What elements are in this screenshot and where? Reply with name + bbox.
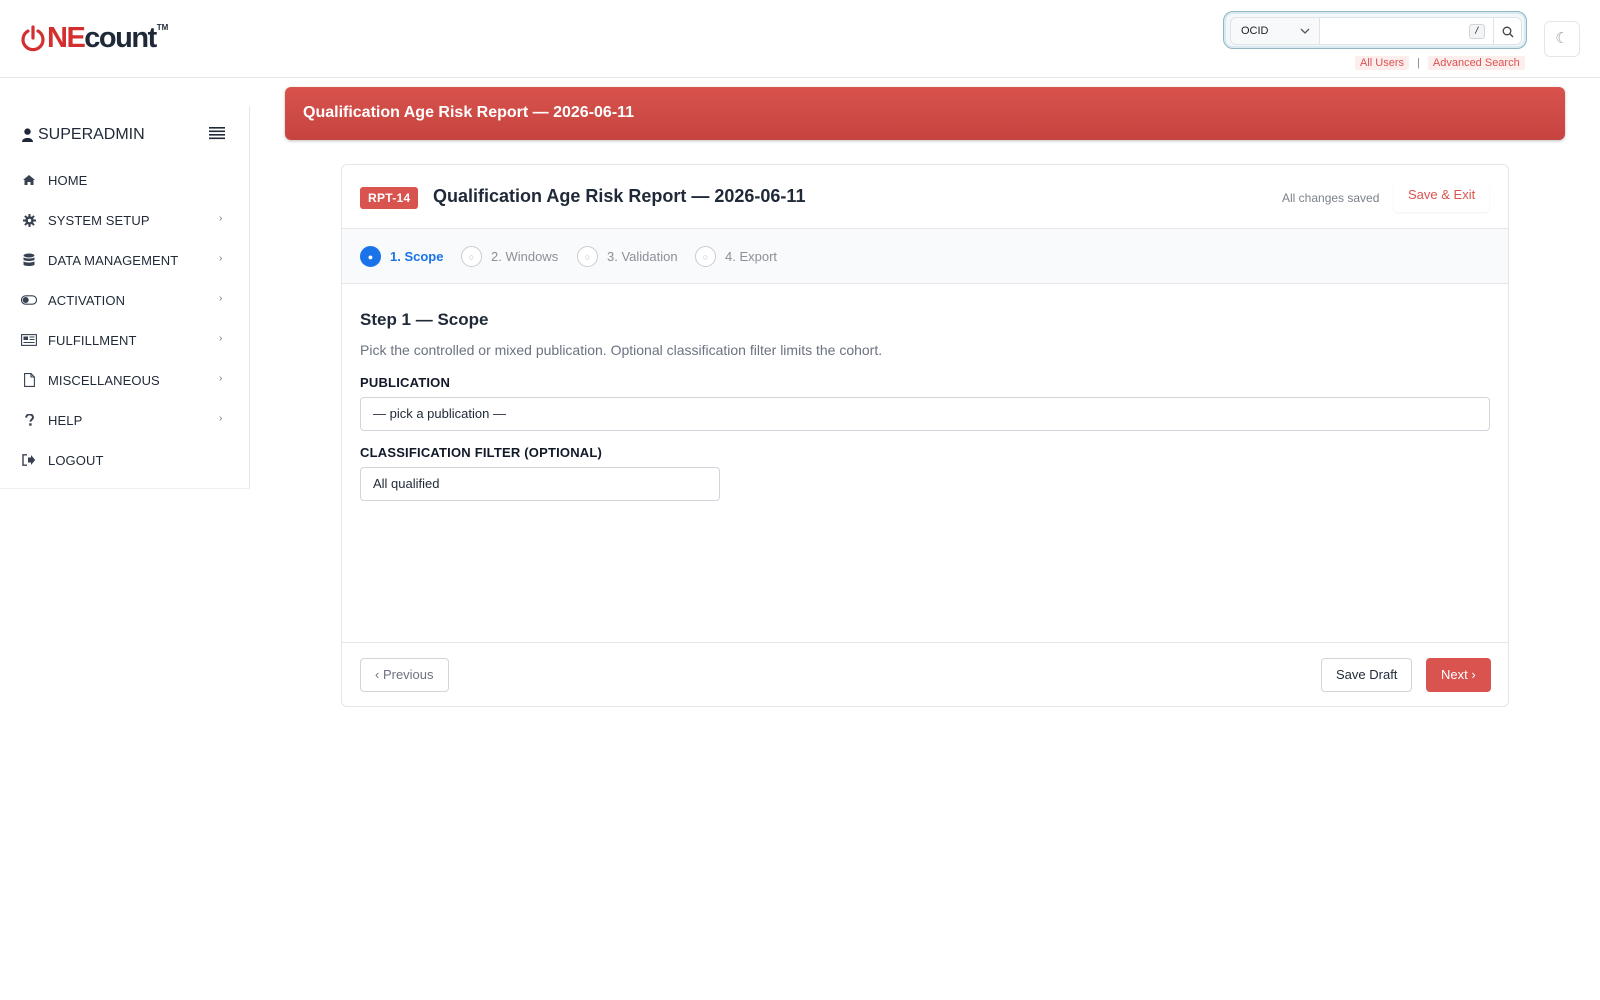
sidebar-item-activation[interactable]: ACTIVATION ›	[0, 280, 250, 320]
top-header: NE count TM OCID / All Users | Advanced …	[0, 0, 1600, 78]
step-label: 3. Validation	[607, 249, 678, 264]
step-label: 2. Windows	[491, 249, 559, 264]
search-field-select[interactable]: OCID	[1230, 17, 1320, 45]
database-icon	[21, 252, 37, 268]
search-button[interactable]	[1494, 17, 1522, 45]
chevron-down-icon	[1299, 25, 1311, 37]
wizard-footer: ‹ Previous Save Draft Next ›	[342, 642, 1508, 706]
chevron-right-icon: ›	[219, 213, 223, 224]
save-exit-button[interactable]: Save & Exit	[1394, 179, 1490, 212]
sidebar-item-label: HOME	[48, 172, 88, 188]
save-status: All changes saved	[1282, 191, 1380, 205]
sidebar-item-home[interactable]: HOME	[0, 160, 250, 200]
sidebar-collapse-button[interactable]	[209, 126, 225, 140]
sidebar-username: SUPERADMIN	[38, 126, 145, 143]
user-icon	[22, 128, 33, 142]
wizard-stepper: ● 1. Scope ○ 2. Windows ○ 3. Validation …	[342, 229, 1508, 284]
next-button[interactable]: Next ›	[1426, 658, 1491, 692]
file-icon	[21, 372, 37, 388]
wizard-header: RPT-14 Qualification Age Risk Report — 2…	[342, 165, 1508, 229]
sidebar-item-label: SYSTEM SETUP	[48, 212, 150, 228]
publication-label: PUBLICATION	[360, 375, 451, 390]
step-label: 4. Export	[725, 249, 778, 264]
theme-toggle-button[interactable]: ☾	[1544, 21, 1580, 57]
page-title: Qualification Age Risk Report — 2026-06-…	[303, 104, 635, 121]
logo-text-one: NE	[47, 22, 86, 54]
classification-filter-select[interactable]: All qualified	[360, 467, 720, 501]
publication-select[interactable]: — pick a publication —	[360, 397, 1490, 431]
classification-filter-label: CLASSIFICATION FILTER (OPTIONAL)	[360, 445, 603, 460]
sidebar-item-help[interactable]: HELP ›	[0, 400, 250, 440]
previous-button[interactable]: ‹ Previous	[360, 658, 449, 692]
sidebar: SUPERADMIN HOME SYSTEM SETUP › DATA MANA…	[0, 106, 250, 489]
report-id-badge: RPT-14	[360, 187, 419, 209]
step-windows[interactable]: ○ 2. Windows	[461, 246, 558, 267]
search-field-value: OCID	[1241, 25, 1269, 37]
step-heading: Step 1 — Scope	[360, 310, 489, 329]
logout-icon	[21, 452, 37, 468]
advanced-search-link[interactable]: Advanced Search	[1427, 56, 1525, 70]
all-users-link[interactable]: All Users	[1355, 56, 1410, 70]
page-banner: Qualification Age Risk Report — 2026-06-…	[285, 87, 1565, 140]
step-description: Pick the controlled or mixed publication…	[360, 342, 883, 358]
logo-trademark: TM	[156, 22, 169, 32]
classification-filter-value: All qualified	[373, 476, 440, 491]
report-wizard-card: RPT-14 Qualification Age Risk Report — 2…	[341, 164, 1509, 707]
chevron-right-icon: ›	[219, 413, 223, 424]
sidebar-item-label: ACTIVATION	[48, 292, 126, 308]
sidebar-item-label: LOGOUT	[48, 452, 104, 468]
sidebar-user: SUPERADMIN	[22, 126, 145, 144]
logo-text-count: count	[84, 22, 157, 54]
question-icon	[21, 412, 37, 428]
step-export[interactable]: ○ 4. Export	[695, 246, 777, 267]
sidebar-item-miscellaneous[interactable]: MISCELLANEOUS ›	[0, 360, 250, 400]
search-input[interactable]: /	[1320, 17, 1494, 45]
search-quick-links: All Users | Advanced Search	[1355, 56, 1525, 70]
chevron-right-icon: ›	[219, 333, 223, 344]
gear-icon	[21, 212, 37, 228]
step-validation[interactable]: ○ 3. Validation	[577, 246, 678, 267]
sidebar-item-data-management[interactable]: DATA MANAGEMENT ›	[0, 240, 250, 280]
home-icon	[21, 172, 37, 188]
sidebar-item-logout[interactable]: LOGOUT	[0, 440, 250, 480]
step-scope[interactable]: ● 1. Scope	[360, 246, 443, 267]
step-label: 1. Scope	[390, 249, 444, 264]
search-shortcut-key: /	[1469, 24, 1485, 39]
sidebar-item-label: FULFILLMENT	[48, 332, 137, 348]
sidebar-nav: HOME SYSTEM SETUP › DATA MANAGEMENT › AC…	[0, 160, 250, 480]
chevron-right-icon: ›	[219, 373, 223, 384]
power-icon	[20, 25, 46, 52]
toggle-icon	[21, 292, 37, 308]
chevron-right-icon: ›	[219, 253, 223, 264]
wizard-title: Qualification Age Risk Report — 2026-06-…	[433, 186, 806, 206]
newspaper-icon	[21, 332, 37, 348]
sidebar-item-fulfillment[interactable]: FULFILLMENT ›	[0, 320, 250, 360]
step-indicator: ○	[577, 246, 598, 267]
step-indicator: ○	[695, 246, 716, 267]
chevron-right-icon: ›	[219, 293, 223, 304]
onecount-logo[interactable]: NE count TM	[20, 22, 169, 54]
sidebar-item-label: DATA MANAGEMENT	[48, 252, 179, 268]
save-draft-button[interactable]: Save Draft	[1321, 658, 1413, 692]
moon-icon: ☾	[1555, 30, 1569, 47]
search-icon	[1502, 26, 1514, 38]
step-indicator: ○	[461, 246, 482, 267]
list-icon	[209, 127, 225, 140]
sidebar-item-label: HELP	[48, 412, 83, 428]
step-indicator: ●	[360, 246, 381, 267]
global-search: OCID /	[1223, 11, 1527, 49]
publication-select-value: — pick a publication —	[373, 406, 506, 421]
sidebar-item-label: MISCELLANEOUS	[48, 372, 160, 388]
sidebar-item-system-setup[interactable]: SYSTEM SETUP ›	[0, 200, 250, 240]
quick-link-separator: |	[1417, 57, 1420, 69]
